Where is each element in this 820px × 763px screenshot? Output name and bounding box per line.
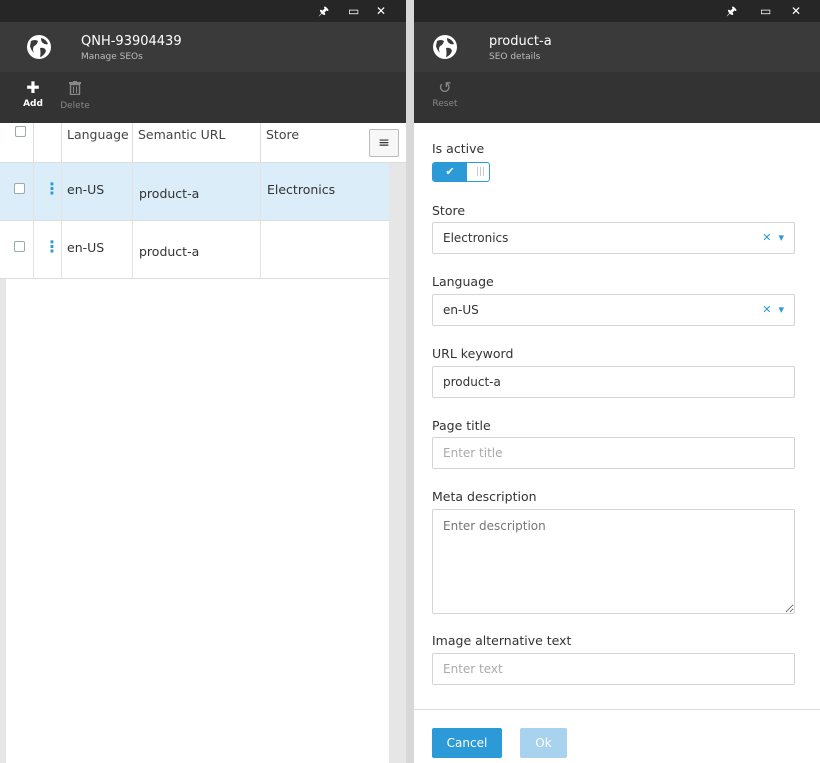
language-label: Language	[432, 274, 494, 289]
blade-divider	[406, 0, 414, 763]
select-all-checkbox[interactable]	[15, 126, 26, 137]
blade-toolbar: ↺ Reset	[414, 72, 820, 123]
url-keyword-label: URL keyword	[432, 346, 514, 361]
globe-icon	[433, 35, 457, 59]
blade-header: 🖈 ▭ ✕ product-a SEO details ↺ Reset	[414, 0, 820, 123]
cell-semantic-url: product-a	[133, 221, 261, 279]
reset-label: Reset	[432, 99, 458, 109]
page-title-input[interactable]: Enter title	[432, 437, 795, 469]
delete-label: Delete	[60, 101, 90, 111]
blade-title: product-a	[489, 34, 552, 49]
manage-seos-blade: 🖈 ▭ ✕ QNH-93904439 Manage SEOs ✚ Add Del…	[0, 0, 406, 763]
check-icon: ✔	[433, 163, 467, 181]
close-icon[interactable]: ✕	[791, 3, 801, 19]
blade-toolbar: ✚ Add Delete	[0, 72, 406, 123]
toggle-grip-icon: |||	[476, 167, 486, 177]
grid-menu-button[interactable]: ≡	[369, 129, 399, 157]
kebab-menu-icon[interactable]: ⋮	[44, 179, 60, 198]
url-keyword-input[interactable]: product-a	[432, 366, 795, 398]
delete-button[interactable]: Delete	[58, 78, 92, 111]
reset-button[interactable]: ↺ Reset	[428, 78, 462, 109]
maximize-icon[interactable]: ▭	[348, 3, 359, 19]
language-select-value: en-US	[443, 303, 479, 317]
cell-semantic-url: product-a	[133, 163, 261, 221]
globe-icon	[27, 35, 51, 59]
cell-language: en-US	[62, 221, 133, 279]
window-title-bar: 🖈 ▭ ✕	[0, 0, 406, 22]
row-checkbox-cell	[6, 221, 34, 279]
grid-header: Language Semantic URL Store	[0, 123, 406, 163]
store-select-value: Electronics	[443, 231, 509, 245]
maximize-icon[interactable]: ▭	[760, 3, 771, 19]
blade-subtitle: SEO details	[489, 52, 541, 62]
add-button[interactable]: ✚ Add	[16, 78, 50, 109]
store-select[interactable]: Electronics ✕ ▾	[432, 222, 795, 254]
column-header-language[interactable]: Language	[62, 123, 133, 163]
store-label: Store	[432, 203, 466, 218]
row-checkbox[interactable]	[14, 183, 25, 194]
ok-button[interactable]: Ok	[520, 728, 567, 758]
hamburger-icon: ≡	[378, 135, 390, 151]
row-checkbox-cell	[6, 163, 34, 221]
cancel-button[interactable]: Cancel	[432, 728, 502, 758]
page-title-label: Page title	[432, 418, 491, 433]
language-select[interactable]: en-US ✕ ▾	[432, 294, 795, 326]
blade-title-area: product-a SEO details	[414, 22, 820, 72]
blade-footer: Cancel Ok	[414, 709, 820, 763]
image-alt-input[interactable]: Enter text	[432, 653, 795, 685]
image-alt-label: Image alternative text	[432, 633, 572, 648]
blade-title-area: QNH-93904439 Manage SEOs	[0, 22, 406, 72]
select-all-checkbox-cell	[6, 123, 34, 163]
close-icon[interactable]: ✕	[376, 3, 386, 19]
table-row[interactable]: ⋮ en-US product-a Electronics	[0, 163, 389, 221]
actions-column-header	[34, 123, 62, 163]
grid-scrollbar[interactable]	[389, 163, 406, 763]
add-label: Add	[23, 99, 43, 109]
clear-and-dropdown-icons[interactable]: ✕ ▾	[762, 223, 784, 253]
blade-subtitle: Manage SEOs	[81, 52, 143, 62]
pin-icon[interactable]: 🖈	[726, 3, 737, 19]
cell-language: en-US	[62, 163, 133, 221]
cell-store	[261, 221, 389, 279]
blade-header: 🖈 ▭ ✕ QNH-93904439 Manage SEOs ✚ Add Del…	[0, 0, 406, 123]
kebab-menu-icon[interactable]: ⋮	[44, 237, 60, 256]
window-title-bar: 🖈 ▭ ✕	[414, 0, 820, 22]
undo-icon: ↺	[438, 78, 452, 97]
meta-description-textarea[interactable]	[432, 509, 795, 614]
blade-title: QNH-93904439	[81, 34, 182, 49]
row-actions-cell: ⋮	[34, 163, 62, 221]
table-row[interactable]: ⋮ en-US product-a	[0, 221, 389, 279]
clear-and-dropdown-icons[interactable]: ✕ ▾	[762, 295, 784, 325]
pin-icon[interactable]: 🖈	[318, 3, 329, 19]
is-active-toggle[interactable]: ✔ |||	[432, 162, 490, 182]
plus-icon: ✚	[26, 78, 40, 97]
meta-description-label: Meta description	[432, 489, 537, 504]
trash-icon	[58, 78, 92, 100]
row-actions-cell: ⋮	[34, 221, 62, 279]
cell-store: Electronics	[267, 182, 336, 197]
row-checkbox[interactable]	[14, 241, 25, 252]
column-header-semantic-url[interactable]: Semantic URL	[133, 123, 261, 163]
is-active-label: Is active	[432, 141, 485, 156]
